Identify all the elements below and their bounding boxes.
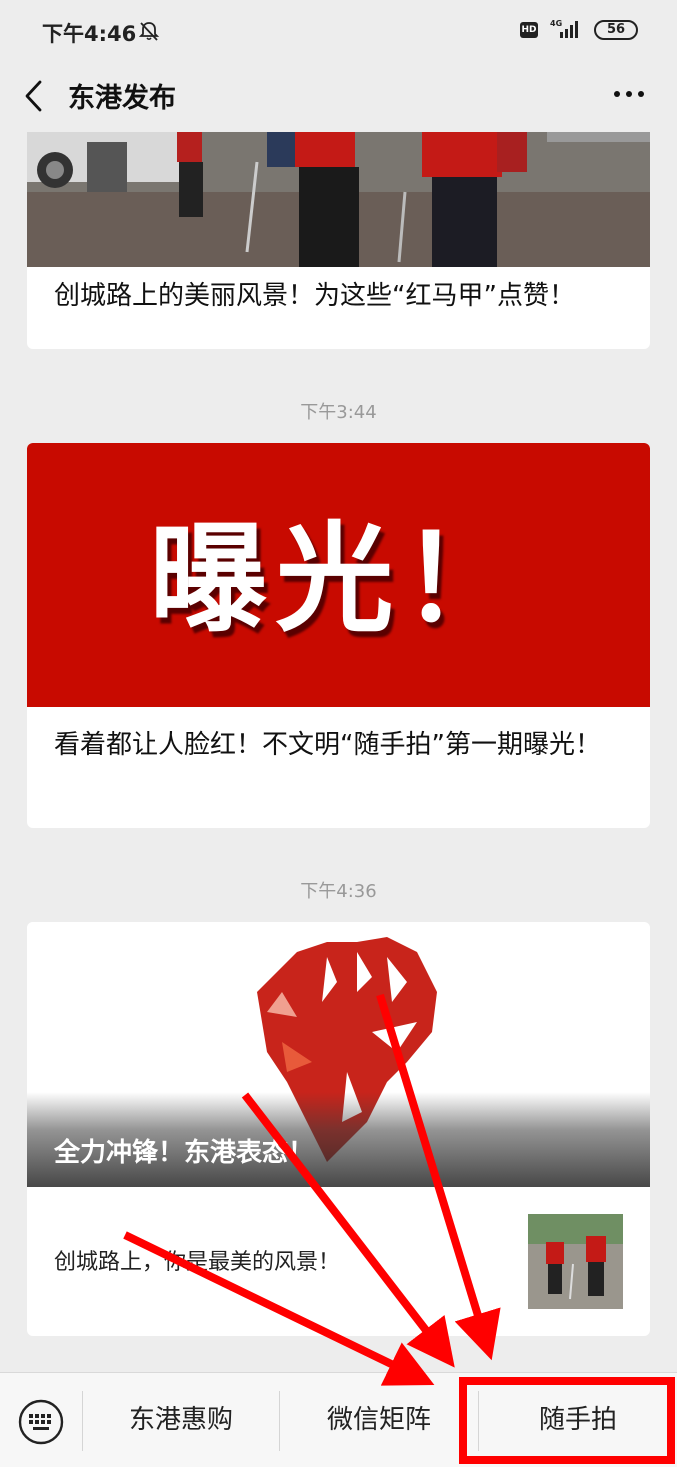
message-feed[interactable]: 创城路上的美丽风景！为这些“红马甲”点赞！ 下午3:44 曝光！ 看着都让人脸红…: [0, 132, 677, 1372]
article-card[interactable]: 全力冲锋！东港表态！ 创城路上，你是最美的风景！: [27, 922, 650, 1336]
menu-item-donggang-shopping[interactable]: 东港惠购: [83, 1373, 279, 1467]
battery-icon: 56: [594, 20, 638, 40]
sub-article-title[interactable]: 创城路上，你是最美的风景！: [54, 1244, 340, 1276]
article-title[interactable]: 看着都让人脸红！不文明“随手拍”第一期曝光！: [54, 726, 629, 764]
article-title[interactable]: 创城路上的美丽风景！为这些“红马甲”点赞！: [54, 277, 634, 315]
menu-item-wechat-matrix[interactable]: 微信矩阵: [280, 1373, 478, 1467]
signal-icon: 4G: [550, 19, 578, 38]
nav-bar: 东港发布: [0, 62, 677, 132]
article-banner-image: 曝光！: [27, 443, 650, 707]
timestamp: 下午4:36: [300, 881, 377, 902]
banner-text: 曝光！: [149, 509, 528, 648]
article-card[interactable]: 曝光！ 看着都让人脸红！不文明“随手拍”第一期曝光！: [27, 443, 650, 828]
status-bar: 下午4:46 HD 4G 56: [0, 0, 677, 62]
timestamp: 下午3:44: [300, 402, 377, 423]
more-options-icon[interactable]: [612, 88, 646, 100]
article-cover-image[interactable]: 全力冲锋！东港表态！: [27, 922, 650, 1187]
sub-article-thumbnail[interactable]: [528, 1214, 623, 1309]
cover-title: 全力冲锋！东港表态！: [54, 1138, 315, 1168]
article-photo-volunteers: [27, 132, 650, 267]
status-time: 下午4:46: [42, 22, 137, 46]
bell-off-icon: [138, 22, 160, 41]
article-card[interactable]: 创城路上的美丽风景！为这些“红马甲”点赞！: [27, 132, 650, 349]
network-type-label: 4G: [550, 19, 562, 28]
highlight-annotation-box: [459, 1377, 675, 1464]
keyboard-icon[interactable]: [18, 1399, 64, 1445]
back-arrow-icon[interactable]: [20, 78, 48, 114]
hd-icon: HD: [520, 22, 538, 38]
page-title: 东港发布: [68, 83, 176, 114]
